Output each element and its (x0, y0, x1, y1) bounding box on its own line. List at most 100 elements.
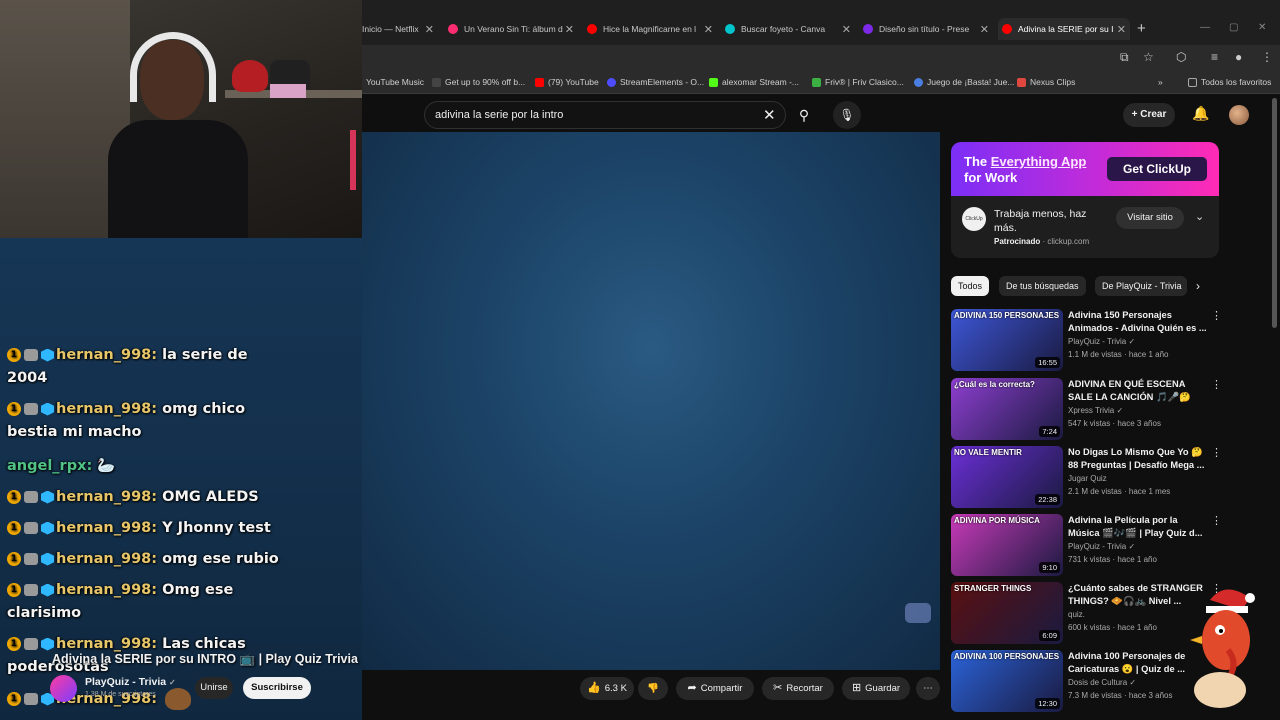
tab-canva-design[interactable]: Diseño sin título - Prese ✕ (863, 18, 989, 40)
recommendation-item[interactable]: ADIVINA 150 PERSONAJES 16:55 Adivina 150 P… (951, 309, 1222, 371)
bookmark-deal[interactable]: Get up to 90% off b... (432, 77, 525, 87)
close-icon[interactable]: ✕ (565, 23, 574, 36)
window-close-icon[interactable]: ✕ (1258, 22, 1266, 33)
save-button[interactable]: ⊞ Guardar (842, 677, 910, 700)
bookmark-nexus-clips[interactable]: Nexus Clips (1017, 77, 1075, 87)
recommendation-item[interactable]: ¿Cuál es la correcta? 7:24 ADIVINA EN QUÉ … (951, 378, 1222, 440)
browser-menu-icon[interactable]: ⋮ (1261, 50, 1273, 64)
close-icon[interactable]: ✕ (842, 23, 851, 36)
install-app-icon[interactable]: ⧉ (1120, 50, 1129, 65)
video-thumbnail[interactable]: ADIVINA 100 PERSONAJES 12:30 (951, 650, 1063, 712)
chat-username[interactable]: hernan_998 (56, 347, 151, 363)
recommendation-channel[interactable]: Xpress Trivia ✓ (1068, 406, 1123, 415)
video-thumbnail[interactable]: ¿Cuál es la correcta? 7:24 (951, 378, 1063, 440)
chat-username[interactable]: hernan_998 (56, 636, 151, 652)
close-icon[interactable]: ✕ (980, 23, 989, 36)
bookmark-star-icon[interactable]: ☆ (1143, 50, 1154, 64)
chip-from-searches[interactable]: De tus búsquedas (999, 276, 1086, 296)
bookmark-kick[interactable]: alexomar Stream -... (709, 77, 799, 87)
tab-active-youtube[interactable]: Adivina la SERIE por su I ✕ (998, 18, 1130, 40)
profile-icon[interactable]: ● (1235, 50, 1242, 64)
recommendation-stats: 2.1 M de vistas · hace 1 mes (1068, 487, 1171, 496)
subscribe-button[interactable]: Suscribirse (243, 677, 311, 699)
chevron-right-icon[interactable]: › (1196, 279, 1200, 293)
chat-username[interactable]: hernan_998 (56, 582, 151, 598)
chat-username[interactable]: angel_rpx (7, 458, 86, 474)
more-options-icon[interactable]: ⋮ (1211, 514, 1222, 527)
recommendation-title[interactable]: Adivina 150 Personajes Animados - Adivin… (1068, 309, 1208, 335)
video-player[interactable] (362, 132, 940, 670)
recommendation-channel[interactable]: PlayQuiz - Trivia ✓ (1068, 337, 1135, 346)
recommendation-channel[interactable]: quiz. (1068, 610, 1085, 619)
chip-all[interactable]: Todos (951, 276, 990, 296)
chat-username[interactable]: hernan_998 (56, 551, 151, 567)
recommendation-item[interactable]: NO VALE MENTIR 22:38 No Digas Lo Mismo Que… (951, 446, 1222, 508)
chat-username[interactable]: hernan_998 (56, 401, 151, 417)
webcam-overlay (0, 0, 362, 238)
join-button[interactable]: Unirse (195, 677, 233, 699)
video-title: Adivina la SERIE por su INTRO 📺 | Play Q… (52, 652, 358, 666)
media-control-icon[interactable]: ≡ (1211, 50, 1218, 64)
share-button[interactable]: ➦ Compartir (676, 677, 754, 700)
chip-from-channel[interactable]: De PlayQuiz - Trivia (1095, 276, 1187, 296)
scrollbar[interactable] (1272, 98, 1277, 328)
tab-youtube-video[interactable]: Hice la Magnificarne en l ✕ (587, 18, 713, 40)
dislike-button[interactable]: 👎 (638, 677, 668, 700)
tab-label: Adivina la SERIE por su I (1018, 24, 1114, 34)
recommendation-channel[interactable]: Dosis de Cultura ✓ (1068, 678, 1136, 687)
bookmark-streamelements[interactable]: StreamElements - O... (607, 77, 704, 87)
recommendation-title[interactable]: ADIVINA EN QUÉ ESCENA SALE LA CANCIÓN 🎵🎤… (1068, 378, 1208, 404)
channel-avatar[interactable] (50, 675, 77, 702)
bookmark-youtube[interactable]: (79) YouTube (535, 77, 599, 87)
close-icon[interactable]: ✕ (1117, 23, 1126, 36)
channel-watermark-icon[interactable] (905, 603, 931, 623)
streamelements-favicon-icon (607, 77, 616, 87)
tab-netflix[interactable]: Inicio — Netflix ✕ (362, 18, 434, 40)
extensions-icon[interactable]: ⬡ (1176, 50, 1186, 64)
video-thumbnail[interactable]: STRANGER THINGS 6:09 (951, 582, 1063, 644)
maximize-icon[interactable]: ▢ (1229, 22, 1238, 33)
bookmark-youtube-music[interactable]: YouTube Music (366, 77, 424, 87)
more-options-icon[interactable]: ⋮ (1211, 378, 1222, 391)
search-icon[interactable]: ⚲ (790, 101, 818, 129)
chat-username[interactable]: hernan_998 (56, 520, 151, 536)
create-button[interactable]: + Crear (1123, 103, 1175, 127)
search-input[interactable]: adivina la serie por la intro (424, 101, 786, 129)
thumbs-down-icon: 👎 (647, 683, 659, 694)
music-favicon-icon (448, 24, 458, 34)
ad-cta-button[interactable]: Get ClickUp (1107, 157, 1207, 181)
tab-music[interactable]: Un Verano Sin Ti: álbum d ✕ (448, 18, 574, 40)
more-actions-icon[interactable]: ⋯ (916, 677, 940, 700)
chevron-down-icon[interactable]: ⌄ (1195, 210, 1204, 223)
channel-name[interactable]: PlayQuiz - Trivia ✓ (85, 676, 176, 688)
bookmark-friv[interactable]: Friv® | Friv Clasico... (812, 77, 904, 87)
channel-name-text: PlayQuiz - Trivia (85, 676, 167, 688)
minimize-icon[interactable]: — (1200, 22, 1210, 33)
bookmarks-overflow-icon[interactable]: » (1158, 77, 1163, 87)
notifications-bell-icon[interactable]: 🔔 (1192, 105, 1209, 122)
visit-site-button[interactable]: Visitar sitio (1116, 207, 1184, 229)
recommendation-title[interactable]: Adivina la Película por la Música 🎬🎶🎬 | … (1068, 514, 1208, 540)
microphone-icon[interactable]: 🎙 (833, 101, 861, 129)
tab-canva[interactable]: Buscar foyeto - Canva ✕ (725, 18, 851, 40)
close-icon[interactable]: ✕ (425, 23, 434, 36)
video-thumbnail[interactable]: NO VALE MENTIR 22:38 (951, 446, 1063, 508)
recommendation-title[interactable]: No Digas Lo Mismo Que Yo 🤔 88 Preguntas … (1068, 446, 1208, 472)
bookmark-basta[interactable]: Juego de ¡Basta! Jue... (914, 77, 1014, 87)
account-avatar[interactable] (1229, 105, 1249, 125)
chat-username[interactable]: hernan_998 (56, 489, 151, 505)
clip-button[interactable]: ✂ Recortar (762, 677, 834, 700)
new-tab-icon[interactable]: + (1137, 20, 1146, 37)
more-options-icon[interactable]: ⋮ (1211, 446, 1222, 459)
like-button[interactable]: 👍 6.3 K (580, 677, 634, 700)
clear-search-icon[interactable]: ✕ (763, 106, 776, 124)
video-thumbnail[interactable]: ADIVINA POR MÚSICA 9:10 (951, 514, 1063, 576)
more-options-icon[interactable]: ⋮ (1211, 309, 1222, 322)
video-thumbnail[interactable]: ADIVINA 150 PERSONAJES 16:55 (951, 309, 1063, 371)
share-label: Compartir (700, 683, 743, 694)
recommendation-item[interactable]: ADIVINA POR MÚSICA 9:10 Adivina la Películ… (951, 514, 1222, 576)
all-bookmarks[interactable]: Todos los favoritos (1188, 77, 1271, 87)
recommendation-channel[interactable]: Jugar Quiz (1068, 474, 1107, 483)
recommendation-channel[interactable]: PlayQuiz - Trivia ✓ (1068, 542, 1135, 551)
close-icon[interactable]: ✕ (704, 23, 713, 36)
